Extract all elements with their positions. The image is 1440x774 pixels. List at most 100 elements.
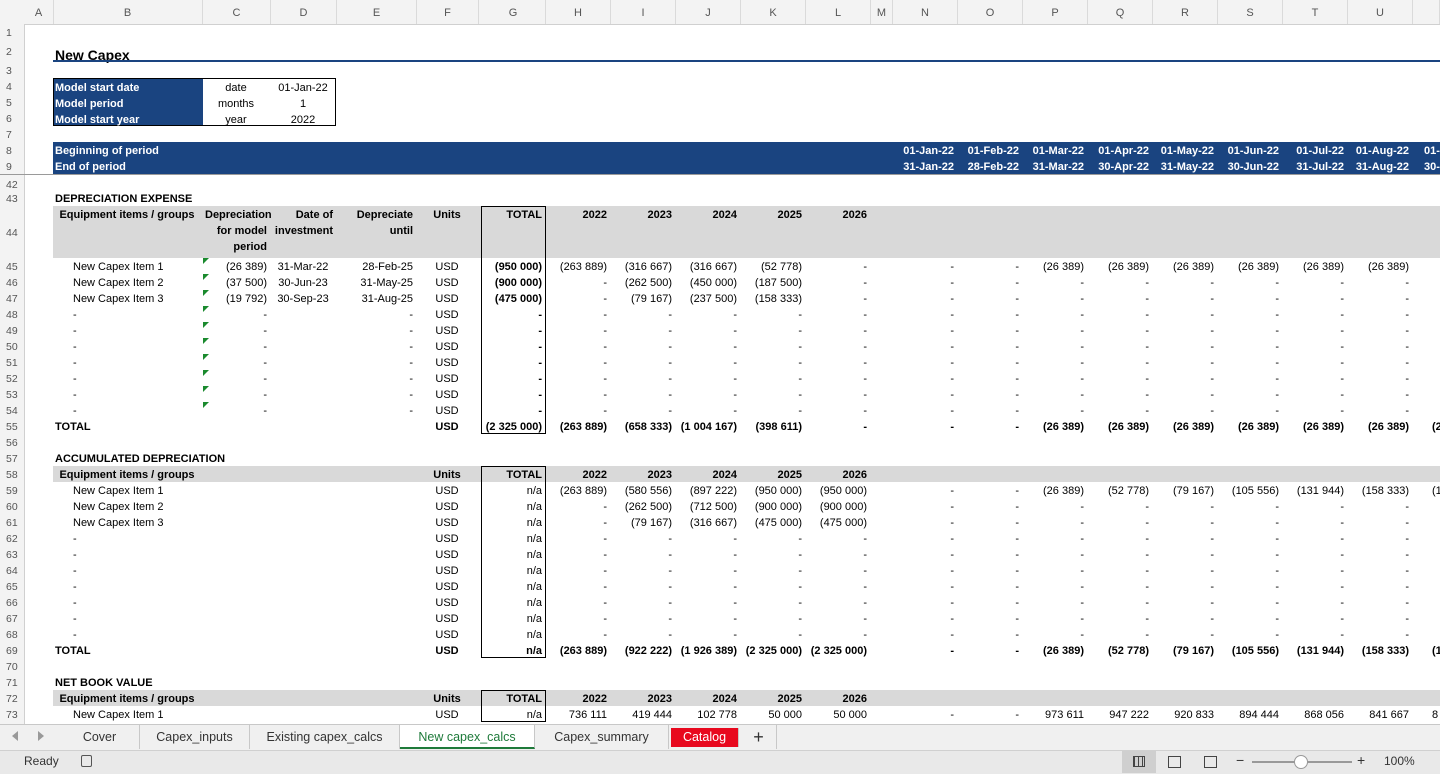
header-year[interactable]: 2026 <box>808 207 867 223</box>
row-year-value[interactable]: - <box>678 563 737 579</box>
row-month-value[interactable]: - <box>960 547 1019 563</box>
row-month-value[interactable]: 920 833 <box>1155 707 1214 723</box>
row-units[interactable]: USD <box>419 563 475 579</box>
row-month-value[interactable]: - <box>1285 611 1344 627</box>
row-month-value[interactable]: - <box>1350 579 1409 595</box>
column-header-q[interactable]: Q <box>1088 0 1153 24</box>
row-year-value[interactable]: - <box>613 595 672 611</box>
row-month-value[interactable]: (26 389) <box>1090 259 1149 275</box>
row-month-value[interactable]: - <box>1025 275 1084 291</box>
row-month-value[interactable]: - <box>1350 291 1409 307</box>
total-year-value[interactable]: (1 926 389) <box>678 643 737 659</box>
row-item[interactable]: New Capex Item 3 <box>55 515 217 531</box>
row-year-value[interactable]: (316 667) <box>678 259 737 275</box>
row-year-value[interactable]: - <box>548 499 607 515</box>
row-year-value[interactable]: - <box>678 371 737 387</box>
header-d[interactable]: Date of investment <box>273 207 333 257</box>
row-units[interactable]: USD <box>419 611 475 627</box>
row-month-value[interactable]: - <box>1220 339 1279 355</box>
total-year-value[interactable]: (2 325 000) <box>743 643 802 659</box>
period-end[interactable]: 30-Jun-22 <box>1220 159 1279 175</box>
row-month-value[interactable]: 894 444 <box>1220 707 1279 723</box>
row-year-value[interactable]: - <box>743 355 802 371</box>
row-month-value[interactable]: - <box>960 387 1019 403</box>
header-year[interactable]: 2026 <box>808 467 867 483</box>
row-month-value[interactable]: - <box>1285 307 1344 323</box>
row-year-value[interactable]: - <box>743 403 802 419</box>
param-unit[interactable]: months <box>205 96 267 112</box>
row-year-value[interactable]: - <box>743 611 802 627</box>
row-month-value[interactable]: - <box>960 483 1019 499</box>
header-year[interactable]: 2022 <box>548 467 607 483</box>
row-month-value[interactable]: - <box>1155 403 1214 419</box>
row-month-value[interactable]: (1 <box>1432 483 1440 499</box>
column-header-o[interactable]: O <box>958 0 1023 24</box>
row-month-value[interactable]: - <box>1285 563 1344 579</box>
row-number[interactable]: 69 <box>0 642 24 658</box>
row-units[interactable]: USD <box>419 355 475 371</box>
row-year-value[interactable]: - <box>548 307 607 323</box>
row-month-value[interactable]: - <box>1350 403 1409 419</box>
row-month-value[interactable]: - <box>1220 307 1279 323</box>
row-item[interactable]: - <box>55 547 217 563</box>
period-end[interactable]: 31-May-22 <box>1155 159 1214 175</box>
row-month-value[interactable]: - <box>1155 547 1214 563</box>
total-year-value[interactable]: (263 889) <box>548 419 607 435</box>
row-month-value[interactable]: - <box>1220 323 1279 339</box>
row-month-value[interactable]: - <box>1025 595 1084 611</box>
row-number[interactable]: 47 <box>0 290 24 306</box>
row-month-value[interactable]: 973 611 <box>1025 707 1084 723</box>
row-month-value[interactable]: (105 556) <box>1220 483 1279 499</box>
row-year-value[interactable]: - <box>548 275 607 291</box>
row-year-value[interactable]: - <box>548 371 607 387</box>
row-number[interactable]: 44 <box>0 206 24 258</box>
period-end[interactable]: 31-Aug-22 <box>1350 159 1409 175</box>
row-units[interactable]: USD <box>419 627 475 643</box>
row-month-value[interactable]: - <box>1350 547 1409 563</box>
param-label[interactable]: Model period <box>55 96 199 112</box>
row-year-value[interactable]: 102 778 <box>678 707 737 723</box>
row-month-value[interactable]: - <box>1350 355 1409 371</box>
row-month-value[interactable]: - <box>1285 387 1344 403</box>
row-month-value[interactable]: - <box>1285 579 1344 595</box>
row-month-value[interactable]: - <box>960 275 1019 291</box>
row-month-value[interactable]: - <box>1090 531 1149 547</box>
row-units[interactable]: USD <box>419 499 475 515</box>
row-year-value[interactable]: (950 000) <box>808 483 867 499</box>
row-number[interactable]: 43 <box>0 190 24 206</box>
row-month-value[interactable]: - <box>1155 579 1214 595</box>
row-number[interactable]: 7 <box>0 126 24 142</box>
column-header-d[interactable]: D <box>271 0 337 24</box>
row-invest-date[interactable] <box>273 339 333 355</box>
param-label[interactable]: Model start date <box>55 80 199 96</box>
row-year-value[interactable]: (316 667) <box>613 259 672 275</box>
row-year-value[interactable]: - <box>613 579 672 595</box>
row-until-date[interactable]: 31-May-25 <box>339 275 413 291</box>
row-month-value[interactable]: - <box>1090 595 1149 611</box>
column-header-next[interactable] <box>1413 0 1440 24</box>
row-until-date[interactable]: - <box>339 323 413 339</box>
row-month-value[interactable]: - <box>960 531 1019 547</box>
row-number[interactable]: 71 <box>0 674 24 690</box>
row-year-value[interactable]: - <box>678 339 737 355</box>
row-month-value[interactable]: - <box>1350 307 1409 323</box>
row-year-value[interactable]: - <box>613 339 672 355</box>
row-month-value[interactable]: - <box>1025 355 1084 371</box>
row-item[interactable]: - <box>55 371 217 387</box>
period-begin[interactable]: 01-Jul-22 <box>1285 143 1344 159</box>
total-year-value[interactable]: (2 325 000) <box>808 643 867 659</box>
row-year-value[interactable]: - <box>548 403 607 419</box>
row-month-value[interactable]: - <box>1155 387 1214 403</box>
row-year-value[interactable]: - <box>808 563 867 579</box>
row-year-value[interactable]: - <box>678 627 737 643</box>
header-c[interactable]: Depreciation for model period <box>205 207 272 257</box>
row-number[interactable]: 56 <box>0 434 24 450</box>
row-number[interactable]: 61 <box>0 514 24 530</box>
zoom-slider-thumb[interactable] <box>1294 755 1308 769</box>
row-month-value[interactable]: - <box>1350 323 1409 339</box>
row-number[interactable]: 52 <box>0 370 24 386</box>
row-month-value[interactable]: - <box>1350 339 1409 355</box>
row-year-value[interactable]: - <box>613 371 672 387</box>
row-units[interactable]: USD <box>419 275 475 291</box>
total-month-value[interactable]: (52 778) <box>1090 643 1149 659</box>
